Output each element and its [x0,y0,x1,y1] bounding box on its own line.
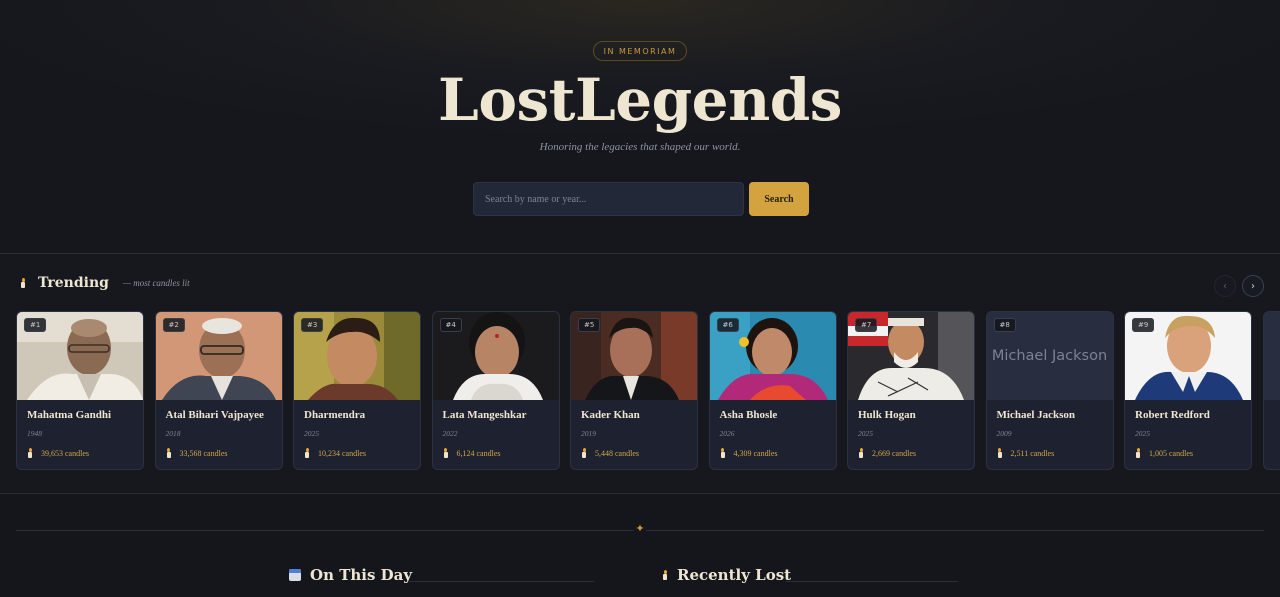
rank-badge: #8 [993,318,1016,332]
hero-section: IN MEMORIAM LostLegends Honoring the leg… [0,0,1280,254]
legend-year: 2025 [1135,429,1150,438]
candle-icon [20,278,26,288]
legend-name: Robert Redford [1135,409,1210,421]
rank-badge: #5 [578,318,601,332]
candle-count-text: 4,309 candles [733,448,778,458]
legend-card[interactable]: #9 Robert Redford 2025 1,005 candles [1124,311,1252,470]
candle-icon [581,448,587,458]
chevron-left-icon[interactable]: ‹ [1214,275,1236,297]
candle-icon [997,448,1003,458]
search-input[interactable] [473,182,744,216]
rank-badge: #4 [439,318,462,332]
candle-icon [1135,448,1141,458]
trending-section: Trending — most candles lit ‹ › #1 Mahat… [0,254,1280,494]
legend-name: Mahatma Gandhi [27,409,112,421]
legend-card[interactable]: #4 Lata Mangeshkar 2022 6,124 candles [431,311,560,470]
trending-header: Trending — most candles lit [20,275,190,291]
recently-lost-header: Recently Lost [662,566,791,584]
calendar-icon [289,569,301,581]
legend-year: 2025 [304,429,319,438]
candle-count-text: 6,124 candles [456,448,501,458]
candle-icon [166,448,172,458]
trending-title: Trending [38,275,109,291]
rank-badge: #7 [855,318,878,332]
legend-name: Hulk Hogan [858,409,916,421]
candle-icon [443,448,449,458]
placeholder-name: Michael Jackson [991,348,1108,364]
legend-name: Michael Jackson [996,409,1076,421]
on-this-day-header: On This Day [289,566,412,584]
rank-badge: #2 [162,318,185,332]
candle-count-text: 2,669 candles [872,448,916,458]
legend-name: Kader Khan [581,409,640,421]
legend-card[interactable]: #2 Atal Bihari Vajpayee 2018 33,568 cand… [154,311,283,470]
candle-count-text: 1,005 candles [1149,448,1193,458]
candle-count-text: 33,568 candles [179,448,228,458]
candle-count-text: 5,448 candles [595,448,639,458]
legend-year: 2019 [581,429,596,438]
legend-card[interactable]: #7 Hulk Hogan 2025 2,669 candles [847,311,975,470]
legend-name: Asha Bhosle [719,409,778,421]
legend-card[interactable]: #6 Asha Bhosle 2026 4,309 candles [708,311,837,470]
candle-count: 4,309 candles [720,448,778,458]
candle-count: 33,568 candles [166,448,228,458]
candle-icon [304,448,310,458]
candle-count: 2,511 candles [997,448,1055,458]
recently-lost-title: Recently Lost [677,566,792,584]
rank-badge: #6 [716,318,739,332]
rank-badge: #9 [1132,318,1155,332]
candle-count: 2,669 candles [858,448,916,458]
star-icon: ✦ [634,522,646,538]
legend-name: Lata Mangeshkar [442,409,527,421]
candle-count-text: 39,653 candles [41,448,89,458]
rank-badge: #3 [301,318,324,332]
rank-badge: #1 [24,318,47,332]
heading-rule [786,581,958,582]
legend-year: 2025 [858,429,873,438]
candle-icon [662,570,668,580]
legend-card[interactable]: #1 Mahatma Gandhi 1948 39,653 candles [16,311,144,470]
site-title[interactable]: LostLegends [0,66,1280,134]
in-memoriam-badge: IN MEMORIAM [593,41,687,61]
legend-name: Atal Bihari Vajpayee [165,409,264,421]
legend-year: 2018 [165,429,181,438]
legend-card[interactable]: #5 Kader Khan 2019 5,448 candles [570,311,698,470]
candle-count: 1,005 candles [1135,448,1193,458]
candle-count-text: 10,234 candles [318,448,366,458]
legend-card[interactable]: #3 Dharmendra 2025 10,234 candles [293,311,421,470]
search-button[interactable]: Search [749,182,809,216]
candle-count: 5,448 candles [581,448,639,458]
portrait-placeholder [1263,312,1280,400]
legend-year: 2026 [719,429,735,438]
legend-year: 2009 [996,429,1012,438]
candle-count: 10,234 candles [304,448,366,458]
legend-card-partial[interactable] [1262,311,1280,470]
legend-card[interactable]: Michael Jackson #8 Michael Jackson 2009 … [985,311,1114,470]
candle-count-text: 2,511 candles [1010,448,1055,458]
heading-rule [408,581,594,582]
candle-count: 6,124 candles [443,448,501,458]
legend-name: Dharmendra [304,409,366,421]
site-tagline: Honoring the legacies that shaped our wo… [539,141,741,153]
trending-carousel: #1 Mahatma Gandhi 1948 39,653 candles #2… [16,311,1280,471]
chevron-right-icon[interactable]: › [1242,275,1264,297]
legend-year: 2022 [442,429,458,438]
candle-icon [858,448,864,458]
on-this-day-title: On This Day [310,566,413,584]
candle-icon [720,448,726,458]
candle-icon [27,448,33,458]
candle-count: 39,653 candles [27,448,89,458]
legend-year: 1948 [27,429,42,438]
trending-subtitle: — most candles lit [122,278,190,288]
